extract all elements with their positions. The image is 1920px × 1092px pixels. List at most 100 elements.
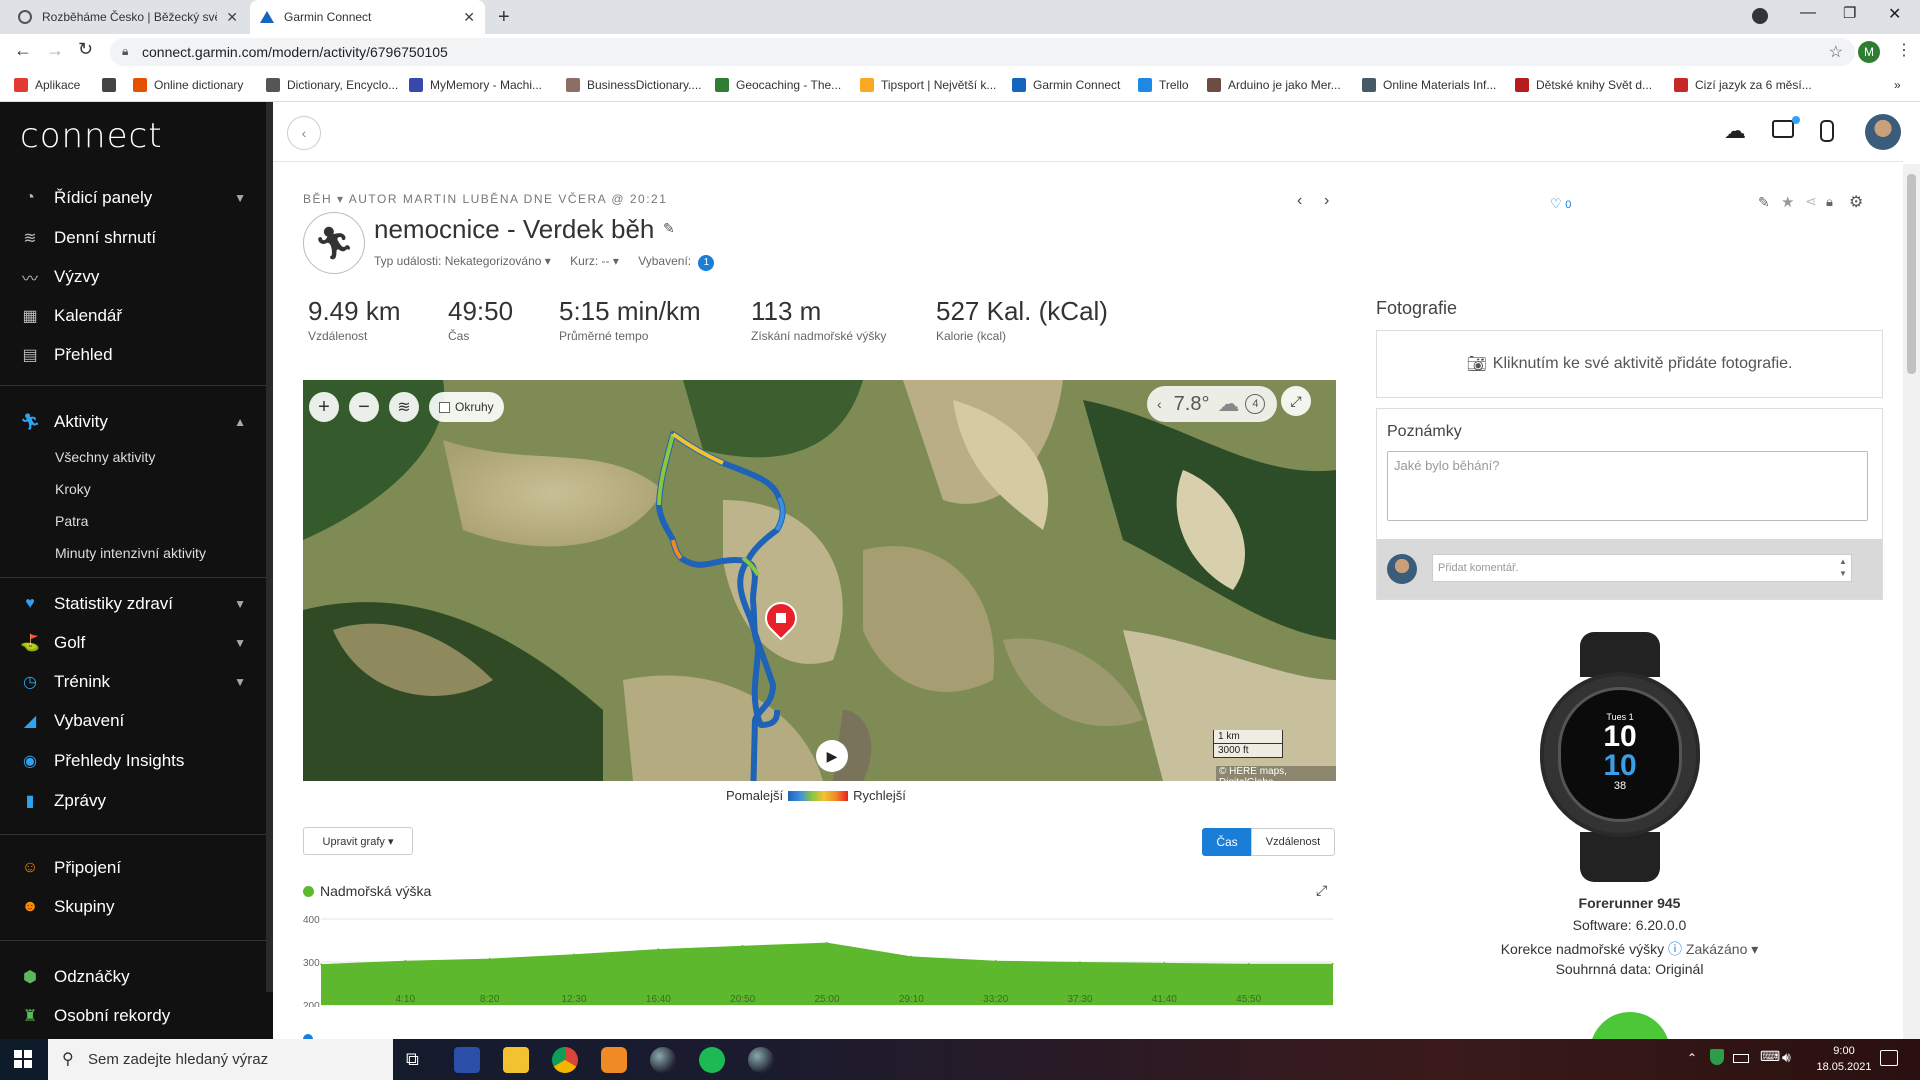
sidebar-item-trophy[interactable]: ♜ Osobní rekordy xyxy=(0,998,268,1034)
close-tab-icon[interactable]: ✕ xyxy=(226,9,238,26)
volume-icon[interactable]: 🔊︎ xyxy=(1782,1049,1791,1066)
sidebar-item-stopwatch[interactable]: ◷ Trénink ▼ xyxy=(0,664,268,700)
add-photos-box[interactable]: 📷︎ Kliknutím ke své aktivitě přidáte fot… xyxy=(1376,330,1883,398)
bookmark-star-icon[interactable]: ☆ xyxy=(1829,42,1843,62)
maximize-window-icon[interactable]: ❐ xyxy=(1843,4,1856,22)
next-activity-icon[interactable]: › xyxy=(1324,192,1329,210)
zoom-out-button[interactable]: − xyxy=(349,392,379,422)
bookmark-item[interactable]: Dictionary, Encyclo... xyxy=(266,78,398,92)
activity-title[interactable]: nemocnice - Verdek běh xyxy=(374,214,654,245)
laps-toggle[interactable]: Okruhy xyxy=(429,392,504,422)
browser-tab-rozbehame[interactable]: Rozběháme Česko | Běžecký svě ✕ xyxy=(8,0,248,34)
tray-up-icon[interactable]: ⌃ xyxy=(1687,1051,1697,1065)
tray-shield-icon[interactable] xyxy=(1710,1049,1724,1065)
bookmark-item[interactable]: Cizí jazyk za 6 měsí... xyxy=(1674,78,1812,92)
bookmark-item[interactable]: Tipsport | Největší k... xyxy=(860,78,996,92)
bookmark-item[interactable]: Garmin Connect xyxy=(1012,78,1120,92)
bookmark-item[interactable]: Arduino je jako Mer... xyxy=(1207,78,1341,92)
activity-map[interactable]: + − ≋ Okruhy ‹ 7.8° ☁ 4 ⤢ ▶ 1 km 3000 ft… xyxy=(303,380,1336,781)
sidebar-subitem-intensity-minutes[interactable]: Minuty intenzivní aktivity xyxy=(55,545,206,561)
inbox-icon[interactable] xyxy=(1772,120,1794,138)
close-window-icon[interactable]: ✕ xyxy=(1888,4,1901,24)
bookmark-item[interactable]: Dětské knihy Svět d... xyxy=(1515,78,1652,92)
sidebar-item-bulb[interactable]: ◉ Přehledy Insights xyxy=(0,743,268,779)
bookmark-item[interactable]: Geocaching - The... xyxy=(715,78,841,92)
privacy-lock-icon[interactable]: 🔒︎ xyxy=(1826,194,1833,210)
bookmark-item[interactable]: Trello xyxy=(1138,78,1189,92)
weather-prev-icon[interactable]: ‹ xyxy=(1157,396,1162,412)
connect-logo[interactable]: connect xyxy=(20,116,163,156)
event-type-select[interactable]: Typ události: Nekategorizováno xyxy=(374,254,541,268)
fullscreen-map-button[interactable]: ⤢ xyxy=(1281,386,1311,416)
chrome-icon[interactable] xyxy=(552,1047,578,1073)
spotify-icon[interactable] xyxy=(699,1047,725,1073)
share-icon[interactable]: ⋖ xyxy=(1805,193,1817,210)
gear-count-badge[interactable]: 1 xyxy=(698,255,715,271)
time-toggle-button[interactable]: Čas xyxy=(1202,828,1252,856)
file-explorer-icon[interactable] xyxy=(503,1047,529,1073)
address-bar[interactable]: 🔒︎ connect.garmin.com/modern/activity/67… xyxy=(110,38,1855,66)
distance-toggle-button[interactable]: Vzdálenost xyxy=(1251,828,1335,856)
network-icon[interactable]: ⌨ xyxy=(1760,1048,1780,1065)
sidebar-subitem-all-activities[interactable]: Všechny aktivity xyxy=(55,449,155,465)
edit-title-icon[interactable]: ✎ xyxy=(663,220,675,237)
browser-menu-icon[interactable]: ⋮ xyxy=(1896,40,1912,60)
page-scrollbar[interactable] xyxy=(1903,164,1920,1039)
notes-textarea[interactable]: Jaké bylo běhání? xyxy=(1387,451,1868,521)
map-copyright[interactable]: © HERE maps, DigitalGlobe xyxy=(1216,766,1336,781)
forward-icon[interactable]: → xyxy=(46,40,64,61)
help-icon[interactable]: ⓘ xyxy=(1668,941,1686,957)
browser-tab-garmin[interactable]: Garmin Connect ✕ xyxy=(250,0,485,34)
elev-correction-select[interactable]: Zakázáno ▾ xyxy=(1686,941,1758,957)
battery-icon[interactable] xyxy=(1733,1054,1749,1063)
map-layers-button[interactable]: ≋ xyxy=(389,392,419,422)
edit-icon[interactable]: ✎ xyxy=(1758,194,1770,211)
upload-icon[interactable]: ☁︎ xyxy=(1724,118,1746,144)
new-tab-icon[interactable]: + xyxy=(498,6,510,29)
profile-dropdown-icon[interactable] xyxy=(1752,8,1768,24)
sidebar-item-heart[interactable]: ♥ Statistiky zdraví ▼ xyxy=(0,586,268,622)
bookmark-item[interactable]: Online Materials Inf... xyxy=(1362,78,1496,92)
windows-start-icon[interactable] xyxy=(14,1050,32,1068)
more-bookmarks-icon[interactable]: » xyxy=(1894,78,1901,92)
bookmark-item[interactable]: Online dictionary xyxy=(133,78,243,92)
app-sphere-icon[interactable] xyxy=(650,1047,676,1073)
minimize-window-icon[interactable]: — xyxy=(1800,4,1816,22)
bookmark-item[interactable]: Aplikace xyxy=(14,78,80,92)
sidebar-item-activities[interactable]: 🏃︎ Aktivity ▲ xyxy=(0,404,268,440)
profile-avatar[interactable]: M xyxy=(1858,41,1880,63)
edit-charts-button[interactable]: Upravit grafy ▾ xyxy=(303,827,413,855)
clock[interactable]: 9:00 18.05.2021 xyxy=(1810,1043,1878,1075)
sidebar-item-report[interactable]: ▤ Přehled xyxy=(0,337,268,373)
previous-activity-icon[interactable]: ‹ xyxy=(1297,192,1302,210)
sidebar-item-golf[interactable]: ⛳ Golf ▼ xyxy=(0,625,268,661)
sidebar-item-challenge[interactable]: 〰 Výzvy xyxy=(0,259,268,295)
bookmark-item[interactable] xyxy=(102,78,123,92)
like-button[interactable]: ♡ 0 xyxy=(1550,196,1571,212)
sidebar-item-calendar[interactable]: ▦ Kalendář xyxy=(0,298,268,334)
reload-icon[interactable]: ↻ xyxy=(78,39,93,60)
device-name[interactable]: Forerunner 945 xyxy=(1376,895,1883,911)
sidebar-item-gauge[interactable]: ◔ Řídicí panely ▼ xyxy=(0,180,268,216)
type-dropdown-icon[interactable]: ▾ xyxy=(337,192,349,206)
expand-chart-icon[interactable]: ⤢ xyxy=(1316,882,1327,899)
zoom-in-button[interactable]: + xyxy=(309,392,339,422)
settings-gear-icon[interactable]: ⚙ xyxy=(1849,192,1863,212)
collapse-sidebar-button[interactable]: ‹ xyxy=(287,116,321,150)
app-sphere-2-icon[interactable] xyxy=(748,1047,774,1073)
close-tab-icon[interactable]: ✕ xyxy=(463,9,475,26)
sidebar-item-badge[interactable]: ⬢ Odznáčky xyxy=(0,959,268,995)
sidebar-scrollbar[interactable] xyxy=(266,102,273,992)
sidebar-subitem-steps[interactable]: Kroky xyxy=(55,481,91,497)
sidebar-subitem-floors[interactable]: Patra xyxy=(55,513,88,529)
sidebar-item-bar-chart[interactable]: ▮ Zprávy xyxy=(0,783,268,819)
user-avatar[interactable] xyxy=(1865,114,1901,150)
course-select[interactable]: Kurz: -- xyxy=(570,254,609,268)
task-view-icon[interactable]: ⧉ xyxy=(406,1049,419,1070)
comment-spinner-icon[interactable]: ▲ ▼ xyxy=(1839,556,1847,580)
sidebar-item-connections[interactable]: ☺ Připojení xyxy=(0,850,268,886)
watch-icon[interactable] xyxy=(1820,120,1834,142)
sublime-icon[interactable] xyxy=(601,1047,627,1073)
activity-type[interactable]: BĚH xyxy=(303,192,332,206)
play-replay-button[interactable]: ▶ xyxy=(816,740,848,772)
